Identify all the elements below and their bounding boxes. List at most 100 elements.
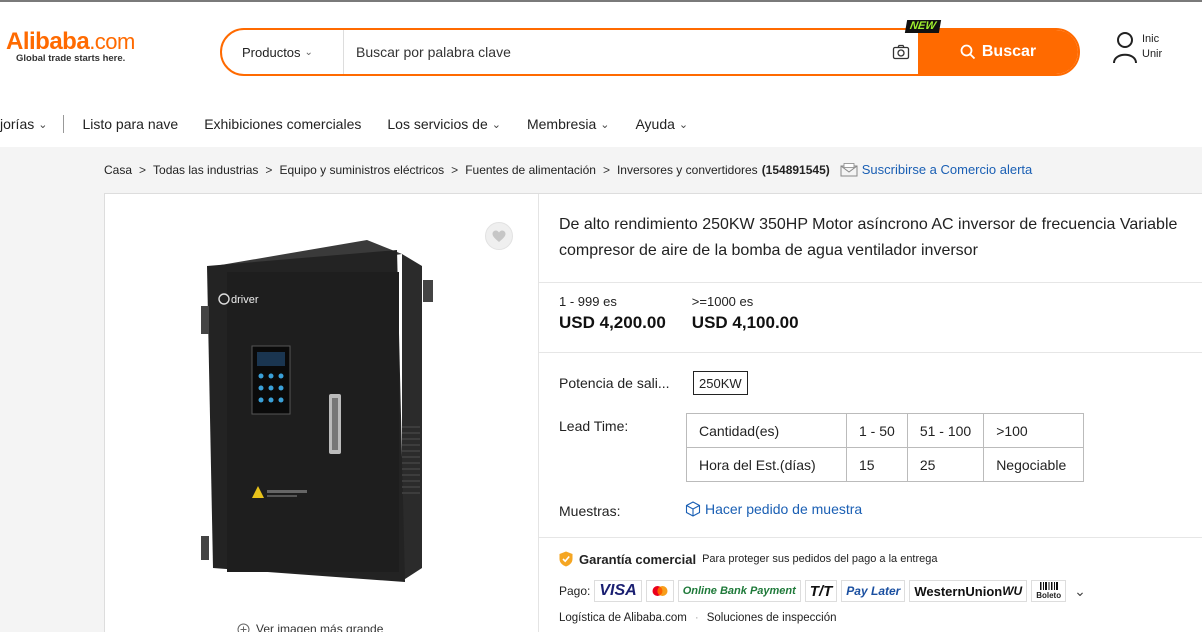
shield-icon [559, 551, 573, 567]
price-tiers: 1 - 999 es USD 4,200.00 >=1000 es USD 4,… [559, 294, 799, 333]
tt-logo: T/T [804, 580, 838, 602]
product-info: De alto rendimiento 250KW 350HP Motor as… [539, 194, 1202, 632]
price-tier-value: USD 4,200.00 [559, 313, 666, 332]
nav-help[interactable]: Ayuda ⌄ [635, 116, 688, 132]
price-tier: 1 - 999 es USD 4,200.00 [559, 294, 666, 333]
price-tier-value: USD 4,100.00 [691, 313, 799, 332]
nav-divider [63, 115, 65, 133]
order-sample-link[interactable]: Hacer pedido de muestra [685, 501, 862, 517]
power-output-label: Potencia de sali... [559, 375, 670, 391]
search-input[interactable] [344, 30, 884, 74]
samples-label: Muestras: [559, 503, 621, 519]
search-bar: Productos ⌄ Buscar [220, 28, 1080, 76]
price-tier-quantity: >=1000 es [691, 294, 754, 309]
breadcrumb-item[interactable]: Equipo y suministros eléctricos [279, 163, 444, 177]
table-cell: 15 [846, 447, 908, 482]
main-nav: jorías ⌄ Listo para nave Exhibiciones co… [0, 112, 688, 136]
search-category-dropdown[interactable]: Productos ⌄ [222, 30, 344, 74]
nav-membership-label: Membresia [526, 116, 597, 132]
product-title: De alto rendimiento 250KW 350HP Motor as… [559, 216, 1178, 259]
table-row: Cantidad(es) 1 - 50 51 - 100 >100 [686, 413, 1085, 448]
chevron-down-icon: ⌄ [38, 118, 48, 131]
boleto-logo: Boleto [1031, 580, 1067, 602]
user-icon [1113, 32, 1137, 64]
inspection-link[interactable]: Soluciones de inspección [707, 612, 837, 624]
search-button[interactable]: Buscar [918, 30, 1078, 74]
box-icon [685, 501, 701, 517]
product-logo-text: driver [231, 294, 259, 306]
subscribe-alert-link[interactable]: Suscribirse a Comercio alerta [840, 162, 1033, 177]
western-union-logo: WesternUnion WU [909, 580, 1028, 602]
chevron-down-icon[interactable]: ⌄ [1074, 583, 1086, 600]
table-cell: >100 [983, 413, 1085, 448]
payment-methods: Pago: VISA Online Bank Payment T/T Pay L… [559, 580, 1086, 602]
breadcrumb-count: (154891545) [761, 162, 830, 177]
breadcrumb-separator: > [265, 162, 273, 177]
breadcrumb-item[interactable]: Inversores y convertidores [617, 163, 758, 177]
divider [539, 282, 1202, 283]
nav-ready-to-ship[interactable]: Listo para nave [82, 116, 178, 132]
chevron-down-icon: ⌄ [600, 118, 610, 131]
chevron-down-icon: ⌄ [678, 118, 689, 131]
breadcrumb-item[interactable]: Todas las industrias [153, 163, 258, 177]
nav-membership[interactable]: Membresia ⌄ [527, 116, 609, 132]
nav-services[interactable]: Los servicios de ⌄ [387, 116, 501, 132]
divider [539, 537, 1202, 538]
logo-tagline: Global trade starts here. [16, 53, 126, 64]
table-cell: Negociable [983, 447, 1085, 482]
trade-assurance-title: Garantía comercial [579, 551, 697, 567]
lead-time-label: Lead Time: [559, 418, 629, 434]
view-larger-image-label: Ver imagen más grande [256, 622, 384, 632]
visa-logo: VISA [594, 580, 642, 602]
product-card: driver Ver imagen más grande De alto ren… [104, 193, 1202, 632]
logo-brand: Alibaba [6, 28, 90, 55]
alibaba-logo[interactable]: Alibaba.com Global trade starts here. [6, 28, 176, 65]
mail-icon [840, 162, 858, 176]
view-larger-image-link[interactable]: Ver imagen más grande [237, 622, 383, 632]
divider [539, 352, 1202, 353]
power-option-250kw[interactable]: 250KW [693, 371, 748, 395]
search-icon [960, 44, 976, 60]
table-row: Hora del Est.(días) 15 25 Negociable [686, 447, 1085, 482]
breadcrumb-separator: > [139, 162, 147, 177]
user-signin[interactable]: Inic Unir [1112, 30, 1162, 64]
user-join-label: Unir [1142, 48, 1163, 60]
table-cell: 1 - 50 [846, 413, 908, 448]
breadcrumb-separator: > [451, 162, 459, 177]
price-tier-quantity: 1 - 999 es [559, 294, 617, 309]
table-cell: Cantidad(es) [686, 413, 847, 448]
nav-categories[interactable]: jorías ⌄ [0, 116, 47, 132]
order-sample-label: Hacer pedido de muestra [705, 501, 863, 517]
user-signin-label: Inic [1142, 33, 1160, 45]
table-cell: 51 - 100 [906, 413, 985, 448]
chevron-down-icon: ⌄ [491, 118, 501, 131]
subscribe-alert-label: Suscribirse a Comercio alerta [861, 162, 1033, 177]
pay-later-logo: Pay Later [841, 580, 906, 602]
breadcrumb-separator: > [602, 162, 610, 177]
breadcrumb: Casa > Todas las industrias > Equipo y sum… [104, 162, 1032, 177]
table-cell: Hora del Est.(días) [686, 447, 847, 482]
product-image[interactable]: driver [197, 236, 437, 586]
trade-assurance[interactable]: Garantía comercial Para proteger sus ped… [559, 551, 938, 567]
new-badge: NEW [904, 20, 941, 33]
logistics-link[interactable]: Logística de Alibaba.com [559, 612, 687, 624]
payment-label: Pago: [559, 584, 591, 598]
nav-services-label: Los servicios de [387, 116, 488, 132]
logo-suffix: .com [89, 29, 135, 54]
top-border [0, 0, 1202, 2]
nav-categories-label: jorías [0, 116, 35, 132]
product-gallery: driver Ver imagen más grande [105, 194, 539, 632]
logistics-row: Logística de Alibaba.com · Soluciones de… [559, 612, 836, 624]
zoom-in-icon [237, 623, 250, 632]
search-category-label: Productos [242, 44, 301, 60]
favorite-heart-icon[interactable] [485, 222, 513, 250]
nav-help-label: Ayuda [635, 116, 675, 132]
camera-icon[interactable] [884, 30, 918, 74]
nav-trade-shows[interactable]: Exhibiciones comerciales [204, 116, 361, 132]
chevron-down-icon: ⌄ [304, 46, 313, 58]
western-union-text: WesternUnion [914, 583, 1003, 599]
boleto-text: Boleto [1036, 591, 1062, 600]
breadcrumb-item[interactable]: Fuentes de alimentación [465, 163, 596, 177]
nav-trade-shows-label: Exhibiciones comerciales [204, 116, 362, 132]
breadcrumb-item[interactable]: Casa [104, 163, 132, 177]
